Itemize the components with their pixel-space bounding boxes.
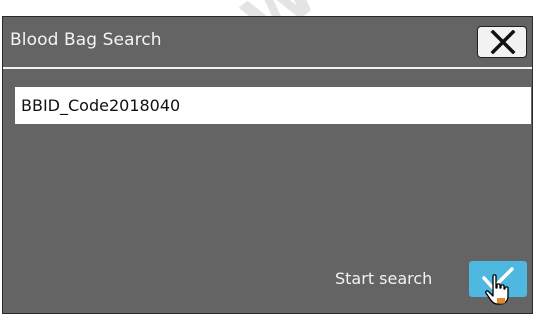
start-search-button[interactable] [469,261,527,297]
blood-bag-id-input[interactable] [15,87,531,124]
screen: WWW. Blood Bag Search Start search [0,0,536,322]
dialog-titlebar: Blood Bag Search [3,17,532,69]
close-button[interactable] [477,26,527,58]
checkmark-icon [482,267,514,290]
dialog-title: Blood Bag Search [10,30,162,50]
close-x-icon [490,30,516,54]
start-search-label: Start search [335,269,433,288]
blood-bag-search-dialog: Blood Bag Search Start search [2,16,533,314]
